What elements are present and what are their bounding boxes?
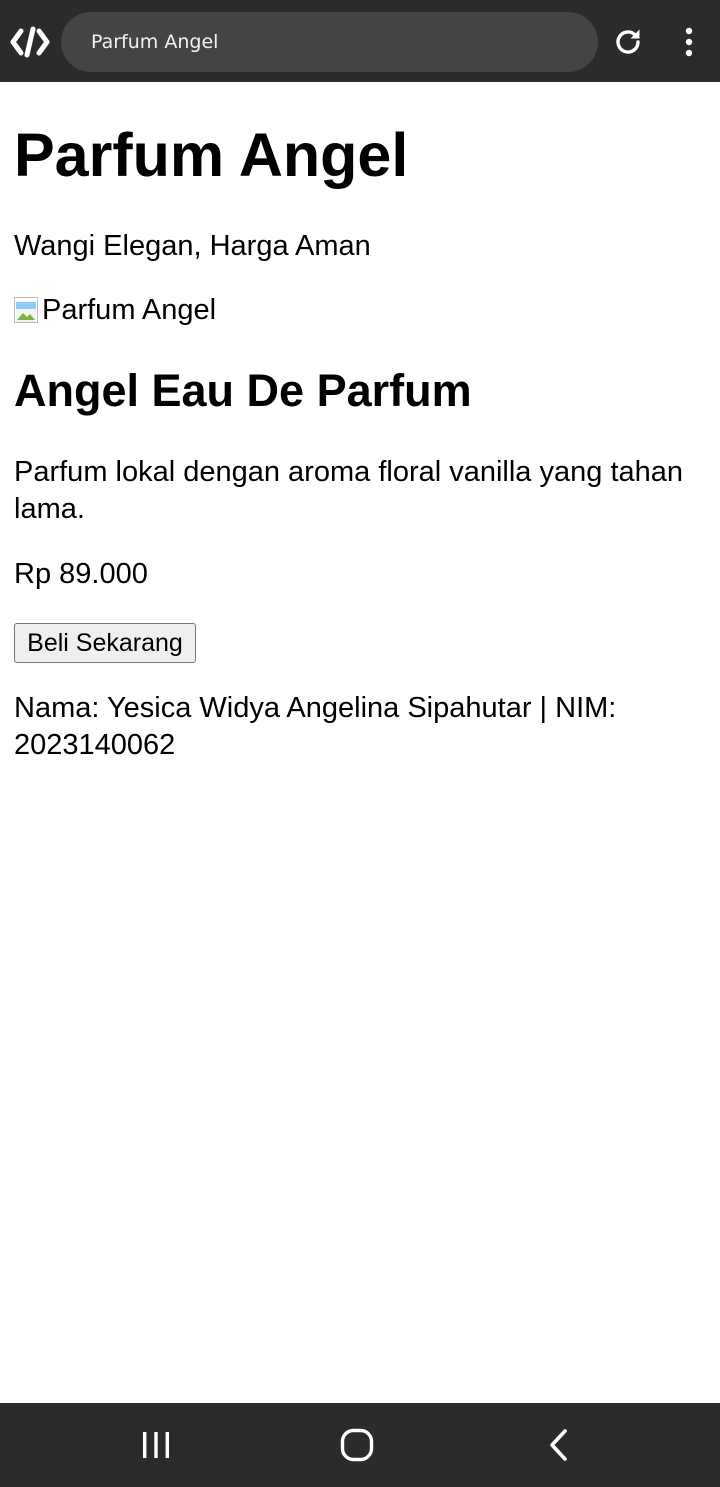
recent-apps-icon[interactable] [139, 1429, 173, 1461]
back-icon[interactable] [546, 1427, 572, 1463]
address-bar[interactable]: Parfum Angel [61, 12, 598, 72]
more-vert-icon[interactable] [678, 26, 700, 58]
product-name: Angel Eau De Parfum [14, 365, 472, 416]
image-alt-text: Parfum Angel [42, 294, 217, 326]
system-nav-bar [0, 1403, 720, 1487]
broken-image-icon [14, 297, 38, 323]
reload-icon[interactable] [612, 26, 644, 58]
address-text: Parfum Angel [91, 31, 219, 53]
product-description: Parfum lokal dengan aroma floral vanilla… [14, 456, 684, 525]
student-info: Nama: Yesica Widya Angelina Sipahutar | … [14, 692, 617, 761]
page-title: Parfum Angel [14, 121, 409, 189]
home-icon[interactable] [339, 1427, 375, 1463]
browser-toolbar: Parfum Angel [0, 0, 720, 82]
code-brackets-icon[interactable] [10, 25, 50, 59]
product-image: Parfum Angel [14, 292, 216, 328]
product-price: Rp 89.000 [14, 558, 148, 590]
tagline: Wangi Elegan, Harga Aman [14, 230, 371, 262]
buy-now-button[interactable]: Beli Sekarang [14, 623, 196, 663]
